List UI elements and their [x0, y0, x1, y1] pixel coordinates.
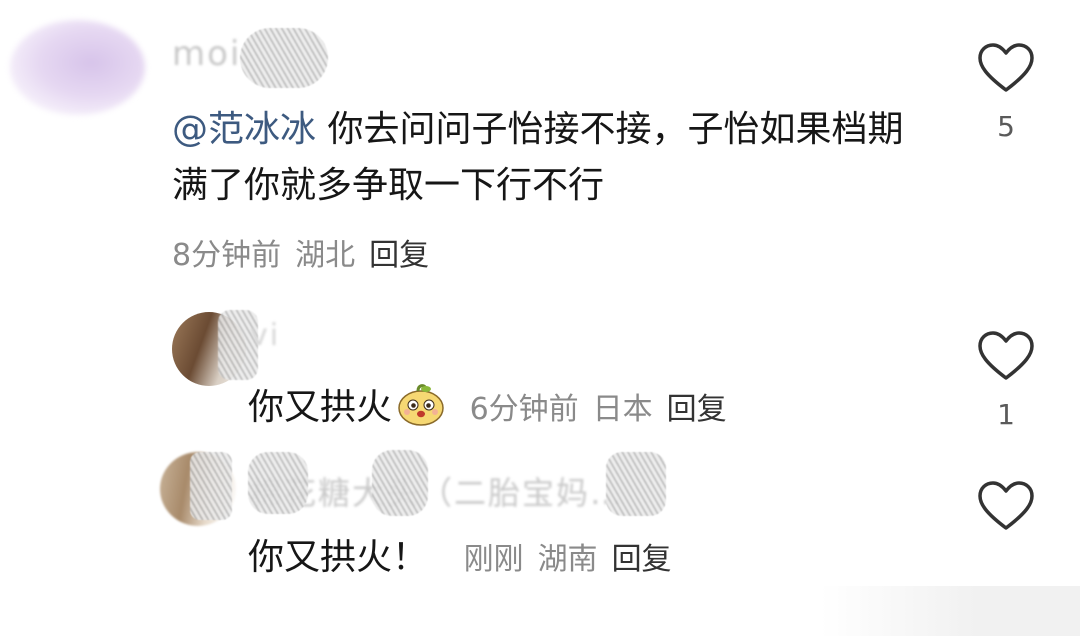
username[interactable]: moi	[172, 34, 241, 74]
location: 湖南	[537, 542, 598, 577]
comment-meta: 8分钟前 湖北 回复	[172, 230, 443, 274]
timestamp: 8分钟前	[172, 238, 282, 273]
heart-outline-icon[interactable]	[976, 330, 1036, 382]
heart-outline-icon[interactable]	[976, 42, 1036, 94]
comment-body: 你又拱火！	[248, 537, 429, 578]
redaction-mark	[606, 452, 666, 516]
location: 日本	[592, 392, 653, 427]
reply-button[interactable]: 回复	[369, 238, 429, 273]
comment-text: 你又拱火 6分钟前 日本 回复	[248, 380, 741, 438]
reply-button[interactable]: 回复	[667, 392, 727, 427]
redaction-mark	[372, 450, 428, 516]
avatar[interactable]	[10, 20, 145, 115]
heart-outline-icon[interactable]	[976, 480, 1036, 532]
like-count: 1	[997, 398, 1015, 431]
bun-emoji-icon	[398, 384, 444, 426]
reply-button[interactable]: 回复	[612, 542, 672, 577]
watermark-fade	[820, 586, 1080, 636]
comment-meta: 6分钟前 日本 回复	[460, 392, 741, 427]
redaction-mark	[240, 28, 328, 88]
comment-body: 你又拱火	[248, 387, 393, 428]
timestamp: 6分钟前	[469, 392, 579, 427]
redaction-mark	[190, 452, 232, 520]
timestamp: 刚刚	[463, 542, 524, 577]
location: 湖北	[295, 238, 356, 273]
mention-link[interactable]: @范冰冰	[172, 109, 316, 150]
comment-meta: 刚刚 湖南 回复	[454, 542, 686, 577]
comment-text: @范冰冰 你去问问子怡接不接，子怡如果档期满了你就多争取一下行不行	[172, 102, 922, 214]
redaction-mark	[248, 452, 308, 514]
username[interactable]: vi	[250, 318, 280, 353]
comment-text: 你又拱火！ 刚刚 湖南 回复	[248, 530, 686, 588]
like-count: 5	[997, 110, 1015, 143]
